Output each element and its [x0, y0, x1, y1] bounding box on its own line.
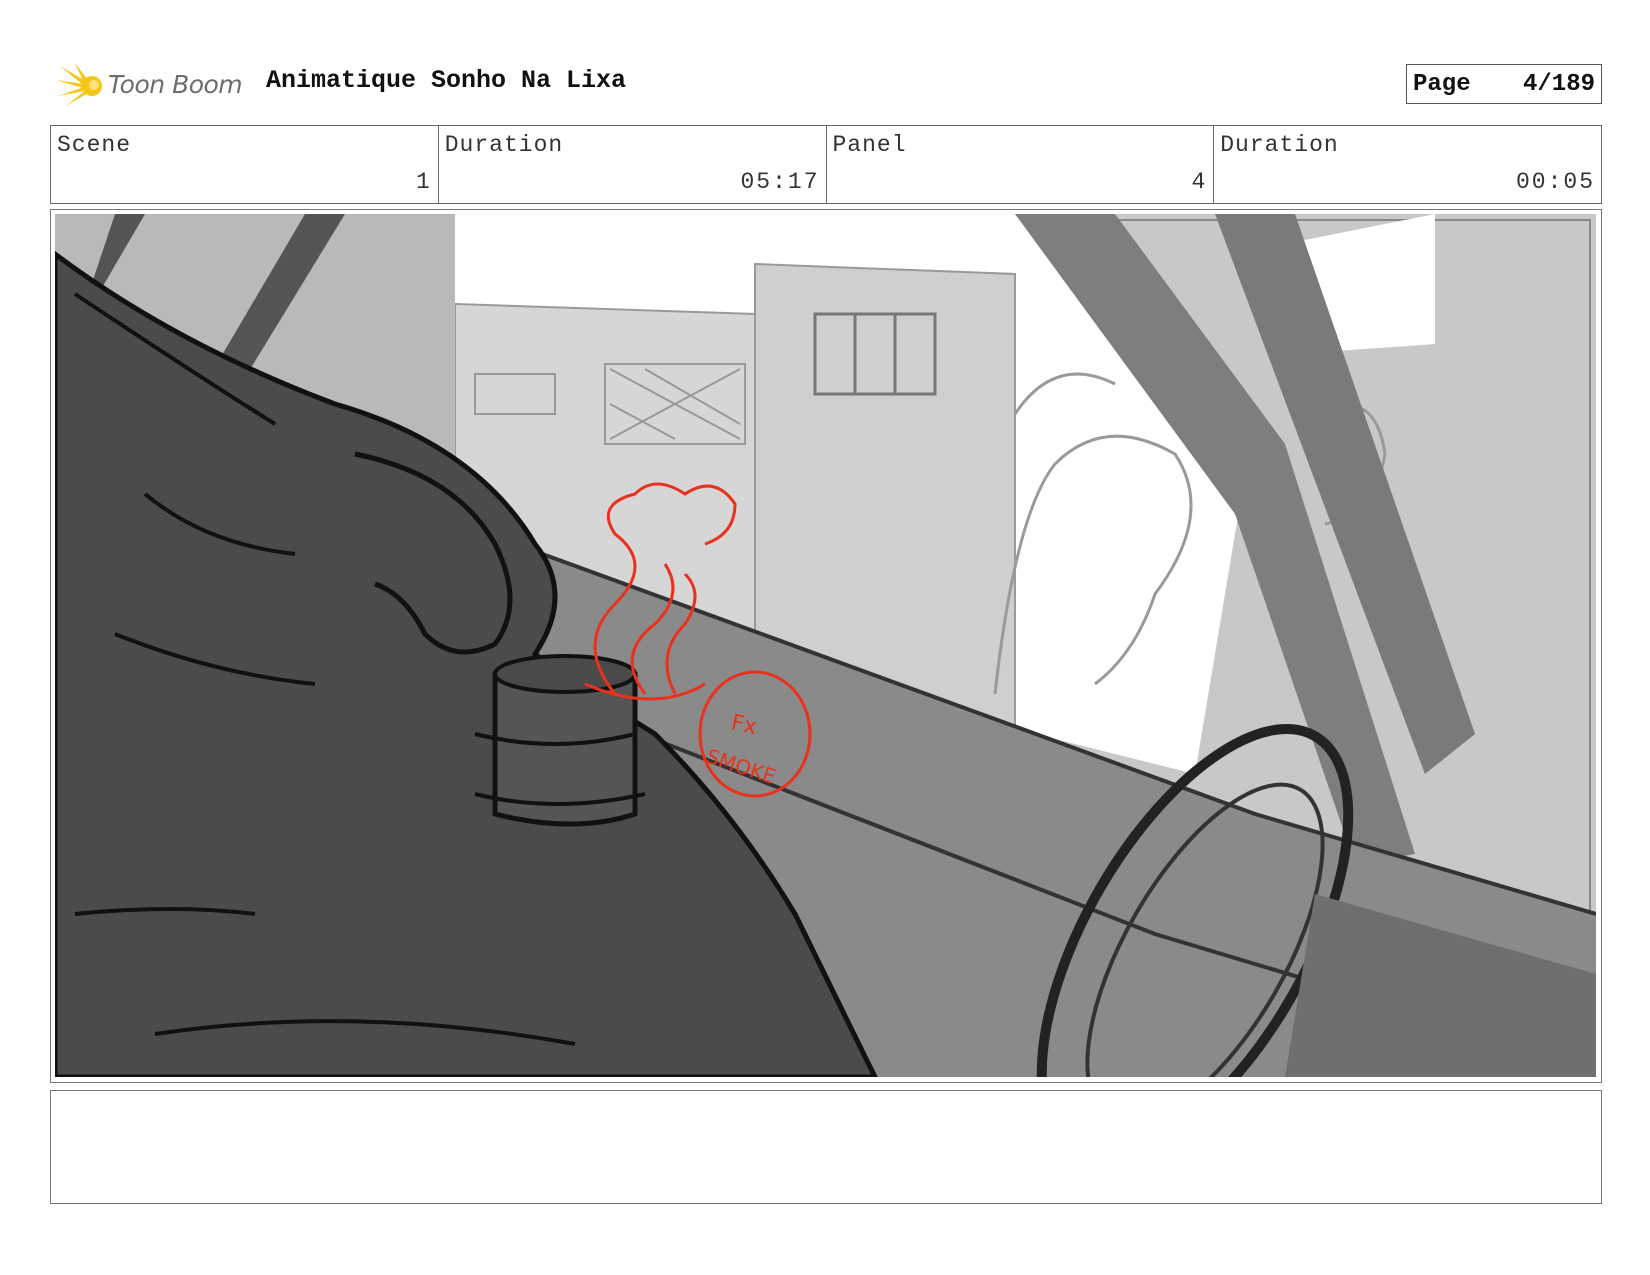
scene-number: 1 — [415, 169, 432, 195]
panel-image-frame: Fx SMOKE — [50, 209, 1602, 1083]
panel-duration-cell: Duration 00:05 — [1214, 126, 1601, 203]
storyboard-sketch: Fx SMOKE — [55, 214, 1596, 1077]
logo-text: Toon Boom — [108, 69, 243, 99]
panel-cell: Panel 4 — [827, 126, 1215, 203]
panel-duration-label: Duration — [1220, 132, 1339, 158]
scene-duration-cell: Duration 05:17 — [439, 126, 827, 203]
project-title: Animatique Sonho Na Lixa — [266, 66, 627, 95]
panel-number: 4 — [1191, 169, 1208, 195]
panel-label: Panel — [832, 132, 907, 158]
page-indicator: Page 4/189 — [1406, 64, 1602, 104]
toon-boom-logo: Toon Boom — [54, 58, 243, 110]
scene-label: Scene — [57, 132, 132, 158]
scene-cell: Scene 1 — [51, 126, 439, 203]
panel-duration-value: 00:05 — [1515, 169, 1595, 195]
fx-label-line1: Fx — [729, 710, 759, 740]
page-label: Page — [1413, 70, 1471, 98]
panel-notes-box[interactable] — [50, 1090, 1602, 1204]
storyboard-header: Toon Boom Animatique Sonho Na Lixa Page … — [50, 58, 1602, 110]
page-number: 4/189 — [1522, 70, 1595, 98]
scene-duration-value: 05:17 — [740, 169, 820, 195]
toon-boom-burst-icon — [56, 62, 102, 106]
scene-info-table: Scene 1 Duration 05:17 Panel 4 Duration … — [50, 125, 1602, 204]
scene-duration-label: Duration — [444, 132, 564, 158]
